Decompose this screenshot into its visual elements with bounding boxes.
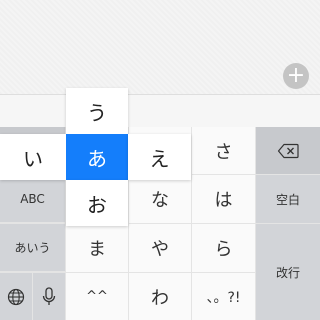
microphone-key[interactable] — [33, 273, 65, 320]
key-label: は — [214, 190, 233, 211]
key-label: わ — [151, 287, 169, 309]
microphone-icon — [42, 286, 56, 305]
key-punctuation[interactable]: 、。?! — [192, 273, 255, 320]
candidate-bar — [0, 94, 320, 128]
space-label: 空白 — [275, 192, 300, 207]
flick-label: あ — [87, 146, 107, 171]
key-label: な — [151, 190, 169, 211]
return-label: 改行 — [275, 265, 300, 280]
globe-key[interactable] — [0, 273, 32, 320]
key-emoticon[interactable]: ^^ — [66, 273, 128, 320]
key-label: や — [151, 239, 169, 260]
add-button[interactable]: + — [283, 63, 309, 89]
flick-right-e[interactable]: え — [128, 134, 191, 180]
key-ha[interactable]: は — [192, 175, 255, 223]
flick-down-o[interactable]: お — [66, 180, 128, 226]
flick-center-a[interactable]: あ — [66, 134, 128, 180]
kana-mode-key[interactable]: あいう — [0, 224, 65, 271]
space-key[interactable]: 空白 — [256, 175, 320, 223]
globe-icon — [7, 288, 25, 305]
key-na[interactable]: な — [129, 175, 191, 223]
key-wa[interactable]: わ — [129, 273, 191, 320]
flick-left-i[interactable]: い — [0, 134, 66, 180]
kana-mode-label: あいう — [14, 241, 51, 255]
delete-key[interactable] — [256, 127, 320, 174]
key-sa[interactable]: さ — [192, 127, 255, 174]
key-ma[interactable]: ま — [66, 224, 128, 272]
flick-label: え — [149, 146, 170, 171]
abc-mode-label: ABC — [20, 191, 45, 206]
flick-label: お — [87, 192, 107, 217]
flick-label: い — [23, 146, 43, 171]
key-label: ま — [88, 239, 106, 260]
return-key[interactable]: 改行 — [256, 224, 320, 320]
abc-mode-key[interactable]: ABC — [0, 175, 65, 222]
key-label: ^^ — [86, 289, 108, 304]
delete-icon — [277, 143, 299, 158]
add-label: + — [286, 63, 306, 88]
key-label: ら — [214, 239, 233, 260]
key-label: 、。?! — [206, 289, 241, 306]
key-ya[interactable]: や — [129, 224, 191, 272]
flick-up-u[interactable]: う — [66, 88, 128, 134]
flick-label: う — [87, 100, 107, 125]
key-label: さ — [214, 141, 233, 163]
key-ra[interactable]: ら — [192, 224, 255, 272]
text-input-area[interactable] — [0, 0, 320, 94]
